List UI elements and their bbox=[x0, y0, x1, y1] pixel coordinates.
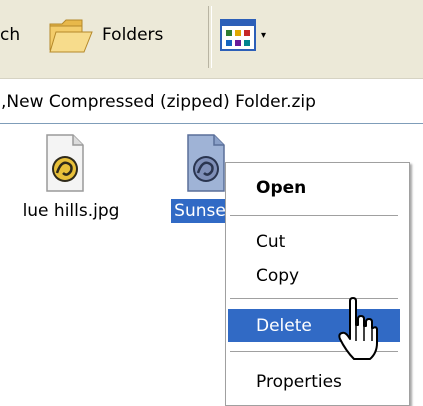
menu-item-label: Open bbox=[256, 177, 307, 198]
menu-separator bbox=[230, 215, 398, 216]
folders-button[interactable]: Folders bbox=[48, 0, 163, 70]
views-button[interactable]: ▾ bbox=[220, 0, 266, 70]
image-file-icon bbox=[46, 134, 84, 192]
menu-item-label: Copy bbox=[256, 265, 300, 286]
file-item[interactable]: lue hills.jpg bbox=[0, 133, 142, 223]
chevron-down-icon[interactable]: ▾ bbox=[261, 30, 266, 41]
search-button-label: ch bbox=[0, 25, 21, 45]
context-menu: Open Cut Copy Delete Properties bbox=[225, 162, 410, 406]
views-icon bbox=[220, 19, 256, 51]
menu-item-label: Cut bbox=[256, 231, 286, 252]
search-button[interactable]: ch bbox=[0, 0, 20, 70]
menu-item-open[interactable]: Open bbox=[228, 171, 400, 204]
menu-item-label: Delete bbox=[256, 315, 312, 336]
toolbar-separator bbox=[208, 6, 212, 68]
hand-pointer-icon bbox=[338, 297, 378, 360]
menu-item-properties[interactable]: Properties bbox=[228, 365, 400, 398]
folders-button-label: Folders bbox=[102, 25, 164, 45]
address-path: ,New Compressed (zipped) Folder.zip bbox=[1, 92, 316, 112]
image-file-icon bbox=[187, 134, 225, 192]
toolbar: ch Folders ▾ bbox=[0, 0, 423, 79]
file-name: lue hills.jpg bbox=[22, 201, 120, 221]
folder-icon bbox=[49, 19, 93, 53]
menu-item-label: Properties bbox=[256, 371, 342, 392]
menu-item-copy[interactable]: Copy bbox=[228, 259, 400, 292]
address-bar[interactable]: ,New Compressed (zipped) Folder.zip bbox=[0, 81, 423, 124]
menu-item-cut[interactable]: Cut bbox=[228, 225, 400, 258]
file-name: Sunse bbox=[171, 199, 229, 223]
